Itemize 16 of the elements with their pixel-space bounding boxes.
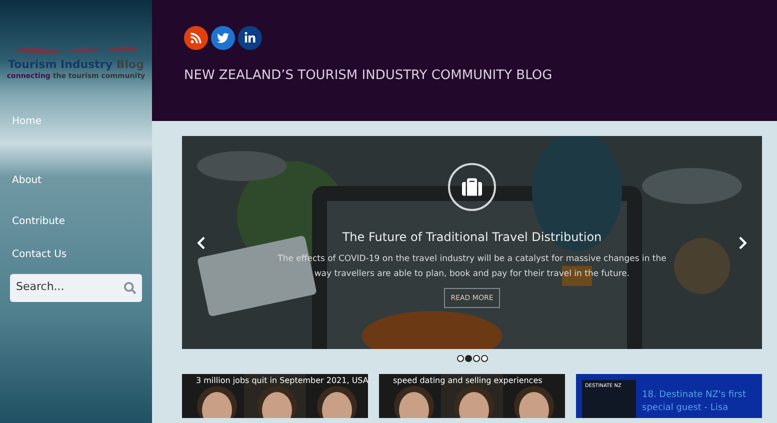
logo-title-suffix: Blog: [116, 58, 144, 71]
search-box[interactable]: Search...: [10, 274, 142, 302]
search-input[interactable]: Search...: [16, 279, 116, 296]
rss-icon[interactable]: [184, 26, 208, 50]
site-tagline: NEW ZEALAND’S TOURISM INDUSTRY COMMUNITY BLOG: [184, 67, 554, 85]
nav-link[interactable]: Contact Us: [12, 248, 67, 262]
video-title: speed dating and selling experiences: [393, 375, 542, 387]
suitcase-icon: [448, 163, 496, 211]
video-title: 3 million jobs quit in September 2021, USA: [196, 375, 368, 387]
search-icon: [124, 282, 136, 294]
video-card[interactable]: speed dating and selling experiences: [379, 374, 565, 418]
video-card[interactable]: 3 million jobs quit in September 2021, USA: [182, 374, 368, 418]
twitter-icon[interactable]: [211, 26, 235, 50]
linkedin-icon[interactable]: [238, 26, 262, 50]
slide-title: The Future of Traditional Travel Distribution: [342, 229, 602, 246]
podcast-title: 18. Destinate NZ's first special guest - Lisa: [642, 389, 748, 415]
